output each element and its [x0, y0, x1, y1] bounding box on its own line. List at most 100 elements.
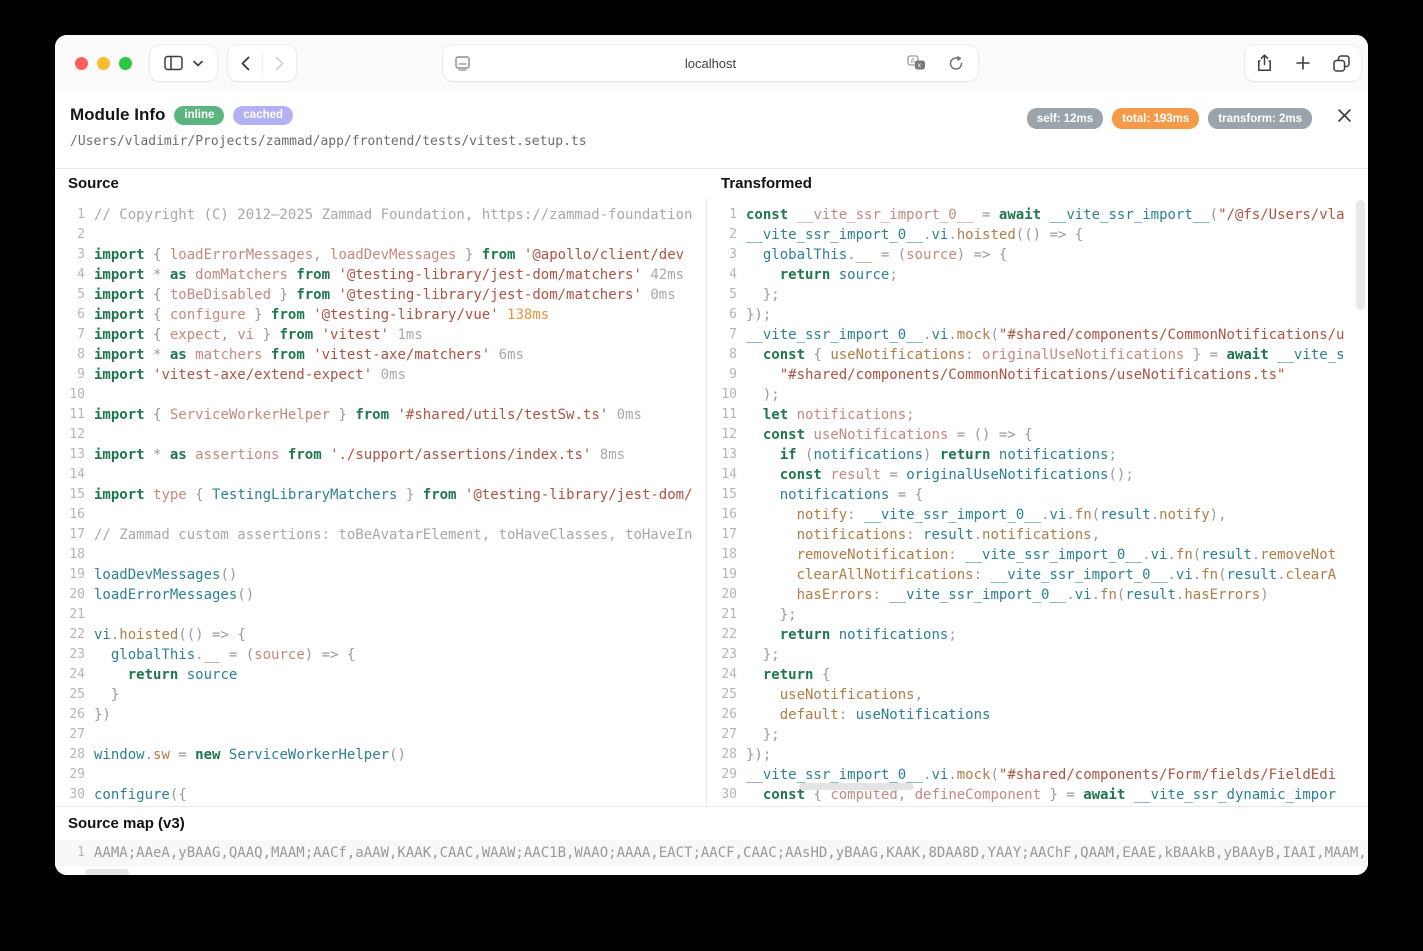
code-line: 13import * as assertions from './support…	[55, 445, 706, 465]
code-line: 9import 'vitest-axe/extend-expect' 0ms	[55, 365, 706, 385]
sourcemap-mappings-row: 1AAMA;AAeA,yBAAG,QAAQ,MAAM;AACf,aAAW,KAA…	[55, 840, 1368, 866]
sidebar-toggle-button[interactable]	[150, 45, 217, 81]
transform-time-badge: transform: 2ms	[1208, 108, 1312, 129]
code-line: 30configure({	[55, 785, 706, 805]
address-bar[interactable]: localhost Ax	[443, 45, 978, 81]
inline-badge: inline	[174, 106, 224, 125]
code-line: 4 return source;	[707, 265, 1367, 285]
page-title: Module Info	[70, 105, 165, 125]
chevron-left-icon	[241, 56, 250, 71]
code-line: 21 };	[707, 605, 1367, 625]
code-panels: 1// Copyright (C) 2012–2025 Zammad Found…	[55, 199, 1368, 806]
code-line: 15import type { TestingLibraryMatchers }…	[55, 485, 706, 505]
code-line: 1AAMA;AAeA,yBAAG,QAAQ,MAAM;AACf,aAAW,KAA…	[55, 843, 1368, 863]
code-line: 25 useNotifications,	[707, 685, 1367, 705]
chevron-down-icon	[193, 60, 203, 67]
code-line: 20loadErrorMessages()	[55, 585, 706, 605]
module-info-header: Module Info inline cached /Users/vladimi…	[55, 92, 1368, 168]
code-line: 22vi.hoisted(() => {	[55, 625, 706, 645]
code-line: 27 };	[707, 725, 1367, 745]
code-line: 18 removeNotification: __vite_ssr_import…	[707, 545, 1367, 565]
code-line: 29	[55, 765, 706, 785]
window-minimize-button[interactable]	[97, 57, 110, 70]
code-line: 7import { expect, vi } from 'vitest' 1ms	[55, 325, 706, 345]
close-icon	[1337, 108, 1352, 123]
code-line: 5import { toBeDisabled } from '@testing-…	[55, 285, 706, 305]
code-line: 3 globalThis.__ = (source) => {	[707, 245, 1367, 265]
toolbar-right-group	[1245, 45, 1361, 81]
sidebar-icon	[164, 55, 183, 71]
code-line: 20 hasErrors: __vite_ssr_import_0__.vi.f…	[707, 585, 1367, 605]
code-line: 28});	[707, 745, 1367, 765]
svg-text:A: A	[911, 58, 916, 65]
reload-icon[interactable]	[948, 55, 964, 72]
tab-overview-button[interactable]	[1322, 45, 1361, 81]
share-button[interactable]	[1245, 45, 1284, 81]
code-line: 22 return notifications;	[707, 625, 1367, 645]
sourcemap-title: Source map (v3)	[55, 807, 1368, 832]
share-icon	[1257, 54, 1272, 72]
sourcemap-section: Source map (v3) 1AAMA;AAeA,yBAAG,QAAQ,MA…	[55, 806, 1368, 875]
code-line: 19loadDevMessages()	[55, 565, 706, 585]
code-line: 2__vite_ssr_import_0__.vi.hoisted(() => …	[707, 225, 1367, 245]
code-line: 19 clearAllNotifications: __vite_ssr_imp…	[707, 565, 1367, 585]
url-text: localhost	[443, 56, 978, 71]
code-line: 17 notifications: result.notifications,	[707, 525, 1367, 545]
code-line: 10	[55, 385, 706, 405]
code-line: 8import * as matchers from 'vitest-axe/m…	[55, 345, 706, 365]
chevron-right-icon	[275, 56, 284, 71]
source-panel-title: Source	[55, 169, 708, 199]
code-line: 27	[55, 725, 706, 745]
plus-icon	[1296, 56, 1310, 70]
code-line: 12 const useNotifications = () => {	[707, 425, 1367, 445]
code-line: 10 );	[707, 385, 1367, 405]
vertical-scrollbar-thumb[interactable]	[1356, 200, 1365, 310]
code-line: 24 return {	[707, 665, 1367, 685]
window-zoom-button[interactable]	[119, 57, 132, 70]
code-line: 16	[55, 505, 706, 525]
source-code-panel: 1// Copyright (C) 2012–2025 Zammad Found…	[55, 199, 707, 806]
tabs-icon	[1333, 55, 1350, 72]
browser-toolbar: localhost Ax	[55, 35, 1368, 93]
cached-badge: cached	[233, 106, 293, 125]
back-button[interactable]	[228, 45, 262, 81]
code-line: 23 };	[707, 645, 1367, 665]
code-line: 29__vite_ssr_import_0__.vi.mock("#shared…	[707, 765, 1367, 785]
code-line: 25 }	[55, 685, 706, 705]
close-panel-button[interactable]	[1334, 105, 1354, 125]
code-line: 2	[55, 225, 706, 245]
code-line: 23 globalThis.__ = (source) => {	[55, 645, 706, 665]
code-line: 21	[55, 605, 706, 625]
code-line: 18	[55, 545, 706, 565]
sourcemap-scrollbar-thumb[interactable]	[85, 869, 129, 875]
code-line: 7__vite_ssr_import_0__.vi.mock("#shared/…	[707, 325, 1367, 345]
code-line: 28window.sw = new ServiceWorkerHelper()	[55, 745, 706, 765]
window-close-button[interactable]	[75, 57, 88, 70]
code-line: 3import { loadErrorMessages, loadDevMess…	[55, 245, 706, 265]
code-line: 11 let notifications;	[707, 405, 1367, 425]
nav-button-group	[228, 45, 296, 81]
translate-icon[interactable]: Ax	[907, 55, 926, 71]
code-line: 9 "#shared/components/CommonNotification…	[707, 365, 1367, 385]
code-line: 6import { configure } from '@testing-lib…	[55, 305, 706, 325]
code-line: 16 notify: __vite_ssr_import_0__.vi.fn(r…	[707, 505, 1367, 525]
module-path: /Users/vladimir/Projects/zammad/app/fron…	[70, 134, 587, 149]
self-time-badge: self: 12ms	[1027, 108, 1103, 129]
code-line: 14 const result = originalUseNotificatio…	[707, 465, 1367, 485]
code-line: 1const __vite_ssr_import_0__ = await __v…	[707, 205, 1367, 225]
transformed-panel-title: Transformed	[708, 169, 812, 199]
code-line: 1// Copyright (C) 2012–2025 Zammad Found…	[55, 205, 706, 225]
forward-button[interactable]	[263, 45, 296, 81]
code-line: 15 notifications = {	[707, 485, 1367, 505]
new-tab-button[interactable]	[1284, 45, 1322, 81]
code-line: 14	[55, 465, 706, 485]
code-line: 5 };	[707, 285, 1367, 305]
code-line: 12	[55, 425, 706, 445]
code-line: 17// Zammad custom assertions: toBeAvata…	[55, 525, 706, 545]
code-line: 26})	[55, 705, 706, 725]
horizontal-scrollbar-thumb[interactable]	[799, 783, 914, 790]
code-line: 24 return source	[55, 665, 706, 685]
code-line: 4import * as domMatchers from '@testing-…	[55, 265, 706, 285]
code-line: 8 const { useNotifications: originalUseN…	[707, 345, 1367, 365]
panels-header: Source Transformed	[55, 168, 1368, 200]
